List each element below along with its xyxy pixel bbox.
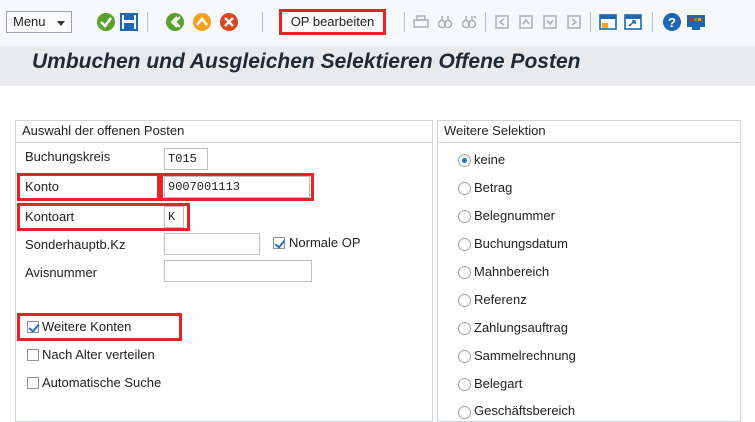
panel-header: Auswahl der offenen Posten <box>16 121 432 143</box>
radio-zahlungsauftrag[interactable] <box>458 322 471 335</box>
radio-label-mahnbereich: Mahnbereich <box>474 264 550 279</box>
radio-label-belegnummer: Belegnummer <box>474 208 555 223</box>
kontoart-input[interactable]: K <box>164 206 184 228</box>
caret-down-icon <box>57 21 65 26</box>
print-icon[interactable] <box>413 14 429 30</box>
first-page-icon[interactable] <box>494 14 510 30</box>
radio-label-buchungsdatum: Buchungsdatum <box>474 236 568 251</box>
radio-label-referenz: Referenz <box>474 292 527 307</box>
radio-label-zahlungsauftrag: Zahlungsauftrag <box>474 320 568 335</box>
radio-buchungsdatum[interactable] <box>458 238 471 251</box>
konto-input[interactable]: 9007001113 <box>164 176 310 198</box>
kontoart-label: Kontoart <box>25 209 75 224</box>
weitere-konten-label: Weitere Konten <box>42 319 132 334</box>
menu-button[interactable]: Menu <box>6 11 72 33</box>
radio-referenz[interactable] <box>458 294 471 307</box>
panel-header: Weitere Selektion <box>438 121 740 143</box>
page-title: Umbuchen und Ausgleichen Selektieren Off… <box>32 50 581 73</box>
avisnummer-input[interactable] <box>164 260 312 282</box>
normale-op-checkbox[interactable] <box>273 237 285 249</box>
prev-page-icon[interactable] <box>518 14 534 30</box>
nach-alter-verteilen-checkbox[interactable] <box>27 349 39 361</box>
radio-keine[interactable] <box>458 154 471 167</box>
next-page-icon[interactable] <box>542 14 558 30</box>
cancel-icon[interactable] <box>219 12 239 32</box>
back-icon[interactable] <box>165 12 185 32</box>
check-icon[interactable] <box>96 12 116 32</box>
sonderhauptb-input[interactable] <box>164 233 260 255</box>
toolbar-separator <box>404 12 405 32</box>
radio-belegnummer[interactable] <box>458 210 471 223</box>
toolbar-separator <box>147 12 148 32</box>
weitere-konten-checkbox[interactable] <box>27 321 39 333</box>
toolbar-separator <box>590 12 591 32</box>
op-bearbeiten-button[interactable]: OP bearbeiten <box>279 9 386 35</box>
last-page-icon[interactable] <box>566 14 582 30</box>
radio-label-geschaeftsbereich: Geschäftsbereich <box>474 403 576 418</box>
radio-belegart[interactable] <box>458 378 471 391</box>
menu-label: Menu <box>13 14 46 29</box>
layout-icon[interactable] <box>686 12 706 32</box>
find-next-icon[interactable] <box>461 14 477 30</box>
new-session-icon[interactable] <box>598 12 618 32</box>
normale-op-label: Normale OP <box>289 235 361 250</box>
find-icon[interactable] <box>437 14 453 30</box>
radio-mahnbereich[interactable] <box>458 266 471 279</box>
radio-label-belegart: Belegart <box>474 376 523 391</box>
radio-sammelrechnung[interactable] <box>458 350 471 363</box>
radio-label-sammelrechnung: Sammelrechnung <box>474 348 576 363</box>
automatische-suche-label: Automatische Suche <box>42 375 162 390</box>
radio-label-betrag: Betrag <box>474 180 513 195</box>
nach-alter-verteilen-label: Nach Alter verteilen <box>42 347 155 362</box>
buchungskreis-input[interactable]: T015 <box>164 148 208 170</box>
shortcut-icon[interactable] <box>623 12 643 32</box>
save-icon[interactable] <box>119 12 139 32</box>
svg-text:?: ? <box>668 15 676 30</box>
toolbar-separator <box>262 12 263 32</box>
avisnummer-label: Avisnummer <box>25 265 98 280</box>
radio-betrag[interactable] <box>458 182 471 195</box>
sonderhauptb-label: Sonderhauptb.Kz <box>25 237 126 252</box>
radio-geschaeftsbereich[interactable] <box>458 406 471 419</box>
konto-label: Konto <box>25 179 59 194</box>
toolbar-separator <box>485 12 486 32</box>
toolbar-separator <box>652 12 653 32</box>
exit-icon[interactable] <box>192 12 212 32</box>
help-icon[interactable]: ? <box>662 12 682 32</box>
radio-label-keine: keine <box>474 152 506 167</box>
buchungskreis-label: Buchungskreis <box>25 149 111 164</box>
automatische-suche-checkbox[interactable] <box>27 377 39 389</box>
